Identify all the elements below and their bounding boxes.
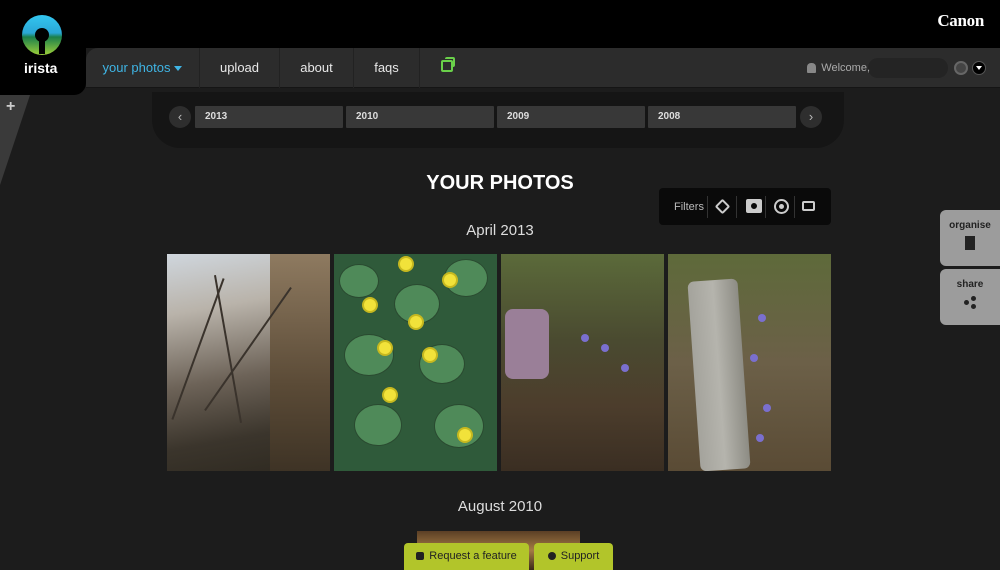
- user-icon: [807, 63, 817, 74]
- support-button[interactable]: Support: [534, 543, 613, 570]
- top-bar: Canon: [0, 0, 1000, 48]
- organise-icon: [965, 236, 975, 250]
- nav-upload[interactable]: upload: [200, 48, 280, 88]
- irista-logo-icon: [22, 15, 62, 55]
- year-tab-2008[interactable]: 2008: [648, 106, 796, 128]
- share-button[interactable]: share: [940, 269, 1000, 325]
- plus-icon[interactable]: +: [6, 98, 15, 116]
- section-title-april-2013: April 2013: [466, 222, 534, 239]
- photo-thumbnail[interactable]: [501, 254, 664, 471]
- nav-your-photos[interactable]: your photos: [86, 48, 200, 88]
- irista-logo[interactable]: irista: [0, 0, 86, 95]
- photo-thumbnail[interactable]: [334, 254, 497, 471]
- cube-icon: [416, 552, 425, 561]
- canon-logo: Canon: [937, 11, 984, 30]
- share-icon: [964, 296, 976, 309]
- tag-icon[interactable]: [714, 198, 731, 215]
- chat-bubble-icon: [547, 552, 556, 561]
- avatar[interactable]: [954, 61, 968, 75]
- year-tab-2013[interactable]: 2013: [195, 106, 343, 128]
- page-title: YOUR PHOTOS: [426, 172, 574, 194]
- year-prev-button[interactable]: ‹: [169, 106, 191, 128]
- username-field: [868, 58, 948, 78]
- year-next-button[interactable]: ›: [800, 106, 822, 128]
- logo-text: irista: [24, 60, 58, 76]
- organise-label: organise: [949, 220, 991, 231]
- target-icon[interactable]: [774, 199, 789, 214]
- camera-icon[interactable]: [746, 199, 762, 213]
- nav-faqs[interactable]: faqs: [354, 48, 420, 88]
- filters-bar: Filters: [659, 188, 831, 225]
- chat-icon[interactable]: [802, 201, 815, 211]
- account-dropdown-button[interactable]: [972, 61, 986, 75]
- photo-thumbnail[interactable]: [668, 254, 831, 471]
- photo-thumbnail[interactable]: [167, 254, 330, 471]
- nav-your-photos-label: your photos: [102, 60, 171, 75]
- section-title-august-2010: August 2010: [457, 498, 543, 515]
- share-label: share: [956, 279, 984, 290]
- filters-label: Filters: [674, 201, 704, 213]
- main-nav: your photos upload about faqs Welcome,: [86, 48, 1000, 88]
- organise-button[interactable]: organise: [940, 210, 1000, 266]
- year-tab-2009[interactable]: 2009: [497, 106, 645, 128]
- welcome-text: Welcome,: [807, 62, 870, 74]
- request-feature-button[interactable]: Request a feature: [404, 543, 529, 570]
- chevron-down-icon: [174, 66, 183, 72]
- nav-about[interactable]: about: [280, 48, 354, 88]
- year-tab-2010[interactable]: 2010: [346, 106, 494, 128]
- slideshow-icon[interactable]: [441, 57, 455, 72]
